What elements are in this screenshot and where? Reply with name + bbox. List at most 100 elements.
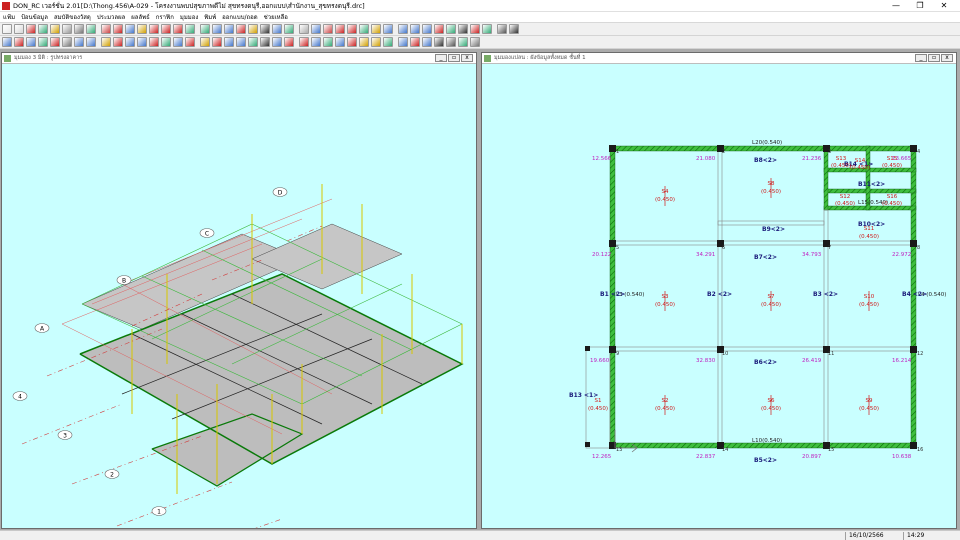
toolbar-tool-icon[interactable] [236,37,246,47]
toolbar-tool-icon[interactable] [248,24,258,34]
toolbar-tool-icon[interactable] [434,37,444,47]
toolbar-tool-icon[interactable] [74,24,84,34]
toolbar-tool-icon[interactable] [149,37,159,47]
toolbar-tool-icon[interactable] [137,37,147,47]
toolbar-tool-icon[interactable] [335,24,345,34]
toolbar-tool-icon[interactable] [284,24,294,34]
minimize-button[interactable]: _ [915,54,927,62]
menu-print[interactable]: พิมพ์ [201,12,219,22]
toolbar-tool-icon[interactable] [347,37,357,47]
menu-material[interactable]: สมบัติของวัสดุ [51,12,94,22]
toolbar-tool-icon[interactable] [359,24,369,34]
minimize-button[interactable]: _ [435,54,447,62]
toolbar-tool-icon[interactable] [74,37,84,47]
toolbar-tool-icon[interactable] [323,37,333,47]
close-button[interactable]: x [461,54,473,62]
toolbar-tool-icon[interactable] [311,24,321,34]
toolbar-tool-icon[interactable] [161,37,171,47]
toolbar-tool-icon[interactable] [125,24,135,34]
toolbar-tool-icon[interactable] [470,24,480,34]
menu-process[interactable]: ประมวลผล [94,12,128,22]
menu-file[interactable]: แฟ้ม [0,12,18,22]
toolbar-tool-icon[interactable] [200,37,210,47]
toolbar-tool-icon[interactable] [50,24,60,34]
restore-button[interactable]: ▫ [448,54,460,62]
menu-help[interactable]: ช่วยเหลือ [261,12,291,22]
toolbar-tool-icon[interactable] [86,37,96,47]
toolbar-tool-icon[interactable] [299,24,309,34]
toolbar-tool-icon[interactable] [383,24,393,34]
toolbar-tool-icon[interactable] [86,24,96,34]
toolbar-tool-icon[interactable] [260,24,270,34]
toolbar-tool-icon[interactable] [62,24,72,34]
toolbar-tool-icon[interactable] [125,37,135,47]
toolbar-tool-icon[interactable] [272,37,282,47]
maximize-button[interactable]: ❐ [908,0,932,12]
view-3d-canvas[interactable]: A B C D 4 3 2 1 [2,64,476,540]
menu-view[interactable]: มุมมอง [177,12,201,22]
toolbar-tool-icon[interactable] [410,24,420,34]
close-button[interactable]: ✕ [932,0,956,12]
toolbar-tool-icon[interactable] [371,37,381,47]
toolbar-tool-icon[interactable] [224,37,234,47]
toolbar-tool-icon[interactable] [137,24,147,34]
toolbar-tool-icon[interactable] [383,37,393,47]
toolbar-tool-icon[interactable] [38,24,48,34]
toolbar-tool-icon[interactable] [260,37,270,47]
toolbar-tool-icon[interactable] [284,37,294,47]
toolbar-tool-icon[interactable] [236,24,246,34]
toolbar-tool-icon[interactable] [470,37,480,47]
toolbar-tool-icon[interactable] [398,24,408,34]
toolbar-tool-icon[interactable] [224,24,234,34]
toolbar-tool-icon[interactable] [113,37,123,47]
menu-result[interactable]: ผลลัพธ์ [128,12,153,22]
toolbar-tool-icon[interactable] [371,24,381,34]
toolbar-tool-icon[interactable] [410,37,420,47]
toolbar-tool-icon[interactable] [101,37,111,47]
minimize-button[interactable]: — [884,0,908,12]
toolbar-tool-icon[interactable] [26,37,36,47]
menu-input[interactable]: ป้อนข้อมูล [18,12,51,22]
toolbar-tool-icon[interactable] [335,37,345,47]
toolbar-tool-icon[interactable] [323,24,333,34]
toolbar-tool-icon[interactable] [185,24,195,34]
close-button[interactable]: x [941,54,953,62]
toolbar-tool-icon[interactable] [149,24,159,34]
toolbar-tool-icon[interactable] [359,37,369,47]
toolbar-tool-icon[interactable] [497,24,507,34]
toolbar-tool-icon[interactable] [212,37,222,47]
toolbar-tool-icon[interactable] [14,37,24,47]
toolbar-tool-icon[interactable] [398,37,408,47]
toolbar-tool-icon[interactable] [113,24,123,34]
toolbar-tool-icon[interactable] [299,37,309,47]
view-3d-window[interactable]: มุมมอง 3 มิติ : รูปทรงอาคาร _ ▫ x A B C … [1,52,477,540]
toolbar-tool-icon[interactable] [26,24,36,34]
toolbar-tool-icon[interactable] [311,37,321,47]
plan-window[interactable]: มุมมองแปลน : ผังข้อมูลทั้งหมด ชั้นที่ 1 … [481,52,957,529]
toolbar-tool-icon[interactable] [446,37,456,47]
toolbar-tool-icon[interactable] [212,24,222,34]
toolbar-tool-icon[interactable] [200,24,210,34]
toolbar-tool-icon[interactable] [50,37,60,47]
toolbar-tool-icon[interactable] [248,37,258,47]
toolbar-tool-icon[interactable] [434,24,444,34]
toolbar-tool-icon[interactable] [38,37,48,47]
toolbar-tool-icon[interactable] [185,37,195,47]
toolbar-tool-icon[interactable] [161,24,171,34]
toolbar-tool-icon[interactable] [422,37,432,47]
toolbar-tool-icon[interactable] [509,24,519,34]
toolbar-tool-icon[interactable] [173,37,183,47]
toolbar-tool-icon[interactable] [173,24,183,34]
toolbar-tool-icon[interactable] [482,24,492,34]
menu-graphic[interactable]: กราฟิก [153,12,177,22]
plan-canvas[interactable]: 12.566 21.080 21.236 13.665 20.122 34.29… [482,64,956,528]
toolbar-tool-icon[interactable] [62,37,72,47]
toolbar-tool-icon[interactable] [458,24,468,34]
menu-design[interactable]: ออกแบบ/ถอด [219,12,260,22]
toolbar-tool-icon[interactable] [2,37,12,47]
toolbar-tool-icon[interactable] [458,37,468,47]
toolbar-tool-icon[interactable] [2,24,12,34]
toolbar-tool-icon[interactable] [272,24,282,34]
toolbar-tool-icon[interactable] [446,24,456,34]
toolbar-tool-icon[interactable] [422,24,432,34]
